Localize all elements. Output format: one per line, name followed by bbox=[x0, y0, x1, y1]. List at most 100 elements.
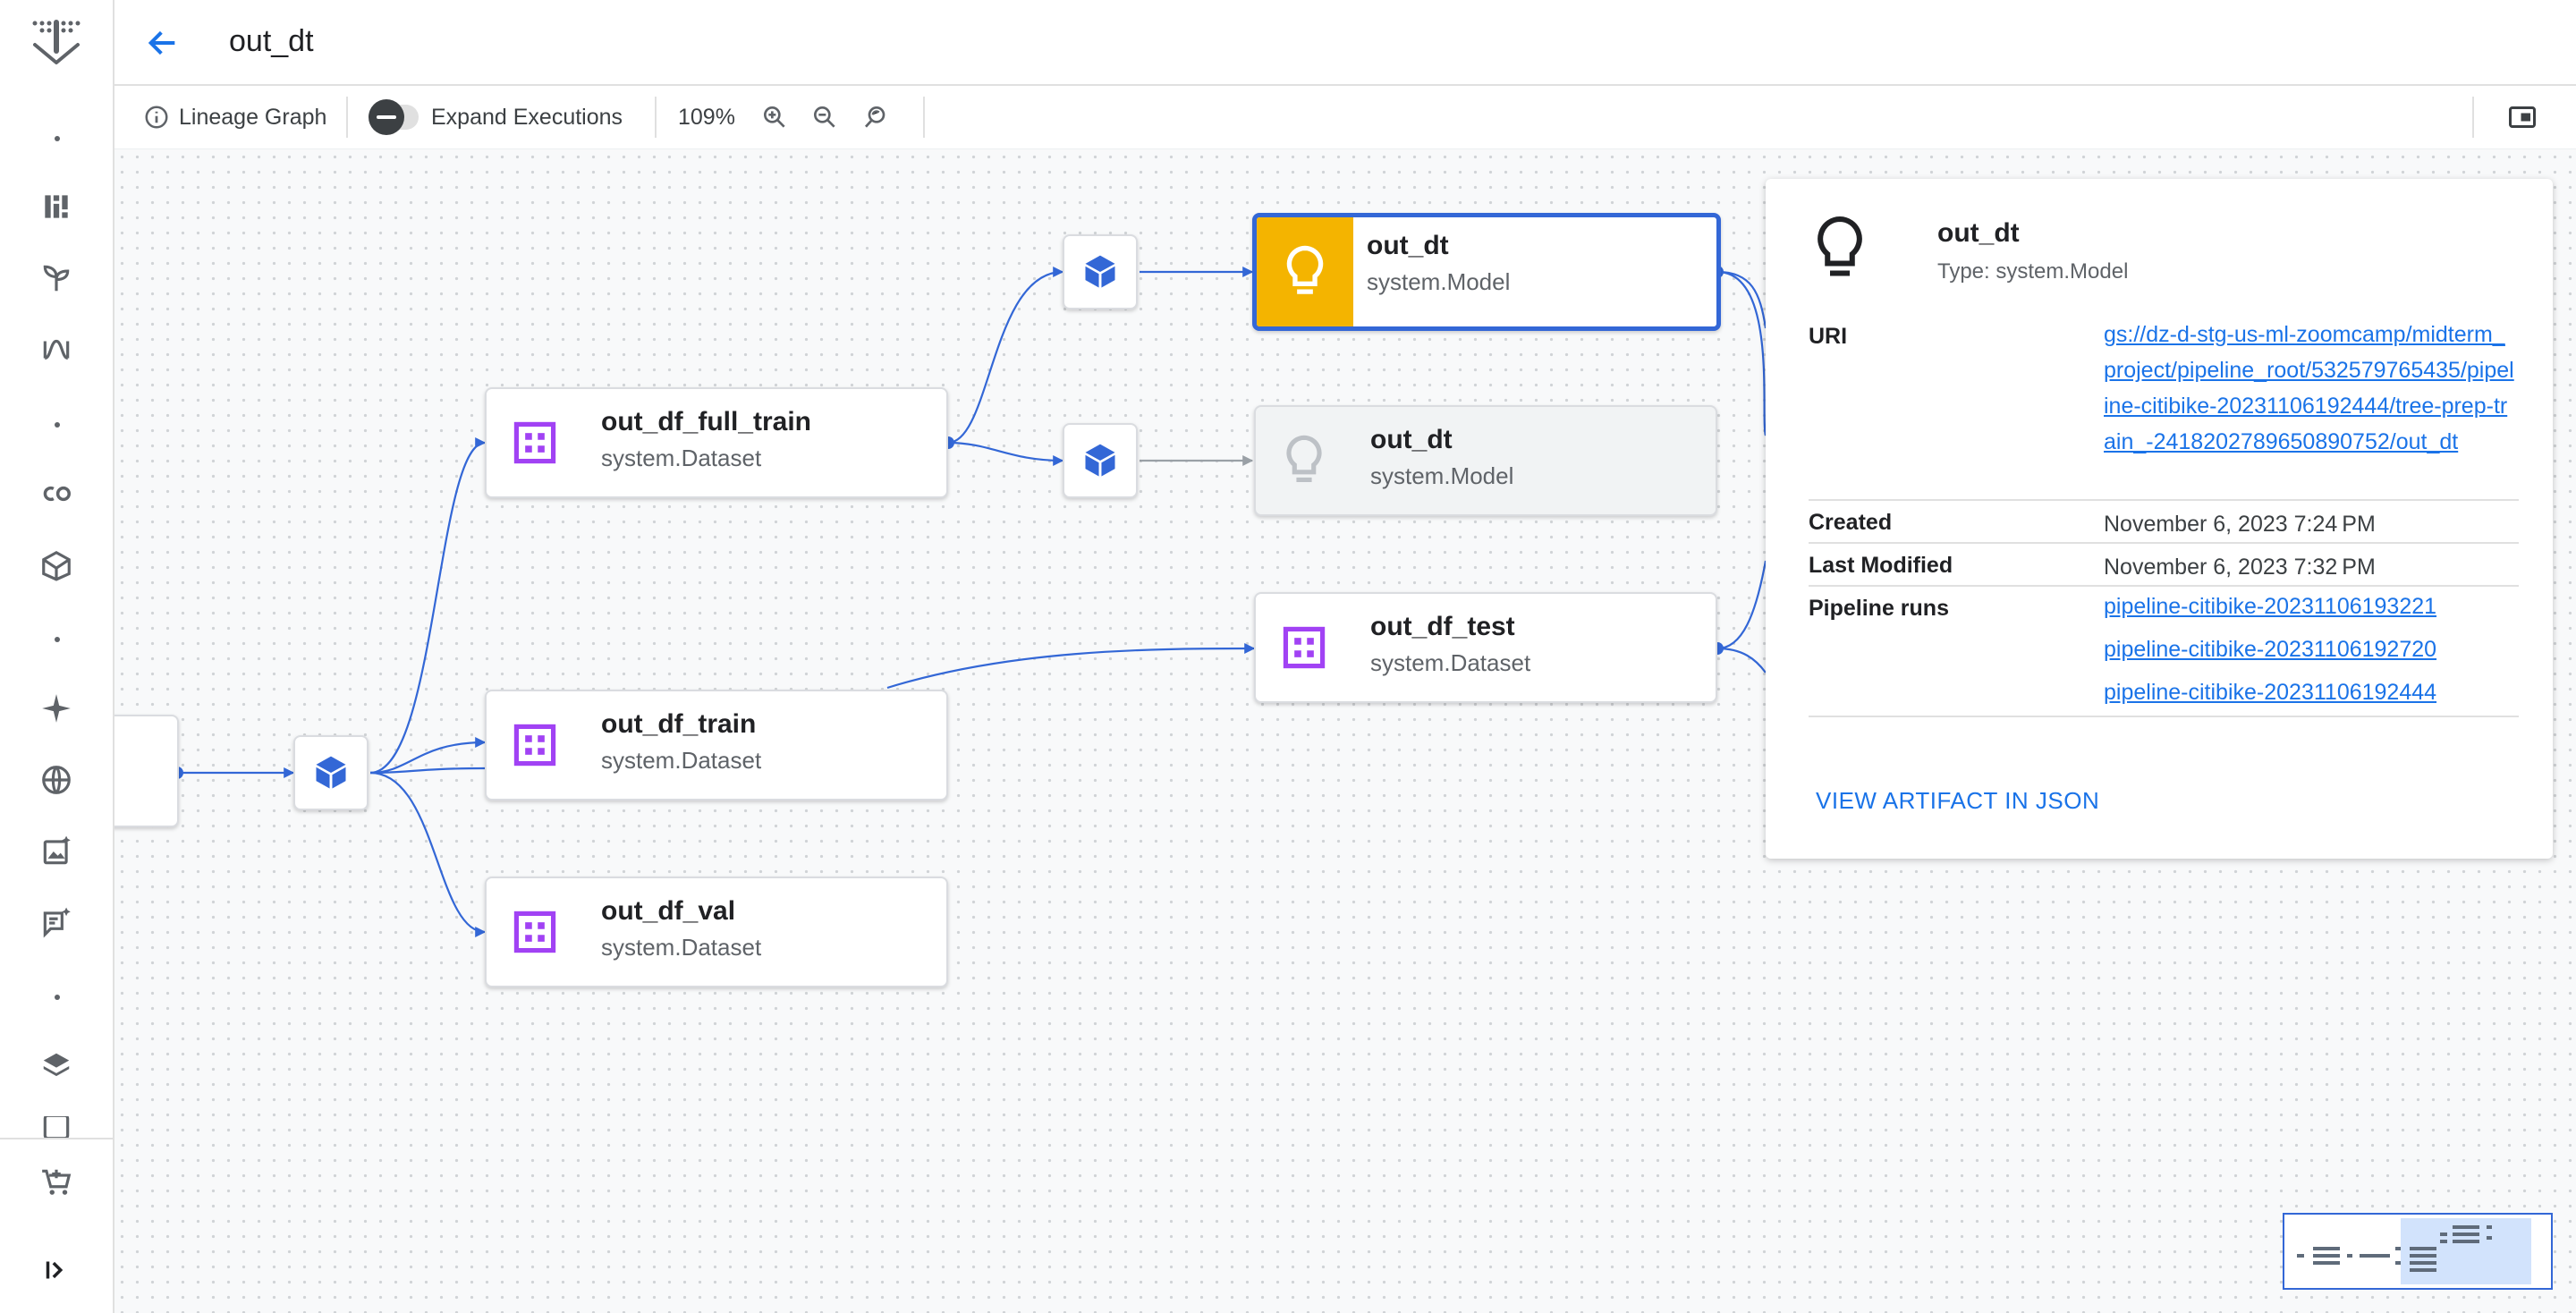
edge bbox=[1716, 647, 1767, 673]
node-type: system.Dataset bbox=[601, 445, 762, 471]
more-nav-icon[interactable] bbox=[38, 1116, 74, 1138]
node-type: system.Model bbox=[1367, 268, 1511, 295]
execution-node[interactable] bbox=[1063, 423, 1138, 498]
node-title: out_df_train bbox=[601, 709, 757, 739]
artifact-details-panel: out_dt Type: system.Model URI gs://dz-d-… bbox=[1766, 179, 2553, 859]
edge bbox=[369, 437, 487, 775]
last-modified-row: Last Modified November 6, 2023 7:32 PM bbox=[1809, 553, 2519, 587]
execution-node[interactable] bbox=[293, 735, 369, 810]
rail-section-dot bbox=[55, 422, 60, 428]
edge bbox=[369, 771, 487, 937]
info-icon bbox=[143, 104, 170, 131]
graph-minimap[interactable] bbox=[2283, 1213, 2553, 1290]
execution-cube-icon bbox=[1085, 255, 1115, 289]
upstream-artifact-node[interactable] bbox=[114, 715, 179, 827]
toolbar-divider bbox=[2472, 97, 2474, 138]
toolbar-divider bbox=[346, 97, 348, 138]
language-globe-icon[interactable] bbox=[38, 762, 74, 798]
artifact-node-out-dt-selected[interactable]: out_dt system.Model bbox=[1252, 213, 1721, 331]
pipeline-run-link[interactable]: pipeline-citibike-20231106192444 bbox=[2104, 671, 2436, 714]
node-type: system.Dataset bbox=[1370, 649, 1531, 676]
node-title: out_df_val bbox=[601, 896, 736, 926]
toggle-knob bbox=[369, 99, 404, 135]
uri-label: URI bbox=[1809, 324, 1848, 349]
expand-rail-icon[interactable] bbox=[38, 1252, 74, 1288]
node-type: system.Dataset bbox=[601, 747, 762, 774]
zoom-in-icon[interactable] bbox=[755, 97, 794, 137]
expand-executions-label: Expand Executions bbox=[431, 104, 623, 130]
pipeline-runs-label: Pipeline runs bbox=[1809, 596, 1949, 621]
dataset-icon bbox=[487, 389, 583, 496]
lineage-graph-label: Lineage Graph bbox=[179, 104, 327, 130]
vertex-ai-logo-icon[interactable] bbox=[28, 16, 85, 70]
expand-executions-toggle[interactable]: Expand Executions bbox=[369, 86, 623, 148]
artifact-node-out-df-train[interactable]: out_df_train system.Dataset bbox=[485, 690, 948, 801]
layers-icon[interactable] bbox=[38, 1048, 74, 1084]
lineage-graph-info[interactable]: Lineage Graph bbox=[143, 86, 326, 148]
toggle-switch[interactable] bbox=[369, 99, 419, 135]
zoom-level: 109% bbox=[678, 104, 735, 130]
page-title: out_dt bbox=[229, 24, 314, 58]
toggle-side-panel-icon[interactable] bbox=[2503, 97, 2542, 137]
model-lightbulb-icon bbox=[1810, 213, 1869, 284]
node-type: system.Dataset bbox=[601, 934, 762, 961]
pipelines-icon[interactable] bbox=[38, 332, 74, 368]
artifact-title: out_dt bbox=[1937, 218, 2020, 248]
view-artifact-json-button[interactable]: VIEW ARTIFACT IN JSON bbox=[1816, 787, 2099, 815]
pipeline-run-link[interactable]: pipeline-citibike-20231106192720 bbox=[2104, 628, 2436, 671]
last-modified-label: Last Modified bbox=[1809, 553, 1953, 578]
minimap-nodes bbox=[2297, 1225, 2492, 1272]
marketplace-cart-icon[interactable] bbox=[38, 1165, 74, 1200]
dataset-icon bbox=[487, 878, 583, 986]
uri-link[interactable]: gs://dz-d-stg-us-ml-zoomcamp/midterm_pro… bbox=[2104, 317, 2515, 460]
dashboard-icon[interactable] bbox=[38, 189, 74, 224]
created-value: November 6, 2023 7:24 PM bbox=[2104, 512, 2376, 537]
edge bbox=[947, 267, 1064, 445]
node-type: system.Model bbox=[1370, 462, 1514, 489]
artifact-node-out-df-test[interactable]: out_df_test system.Dataset bbox=[1254, 592, 1717, 703]
edge bbox=[947, 441, 1064, 466]
dataset-icon bbox=[487, 691, 583, 799]
page-header: out_dt bbox=[114, 0, 2576, 86]
uri-row: URI gs://dz-d-stg-us-ml-zoomcamp/midterm… bbox=[1809, 322, 2519, 501]
workbench-icon[interactable] bbox=[38, 547, 74, 583]
toolbar-divider bbox=[655, 97, 657, 138]
speech-text-icon[interactable] bbox=[38, 905, 74, 941]
rail-section-dot bbox=[55, 637, 60, 642]
sparkle-icon[interactable] bbox=[38, 690, 74, 726]
dataset-icon bbox=[1256, 594, 1352, 701]
pipeline-runs-row: Pipeline runs pipeline-citibike-20231106… bbox=[1809, 594, 2519, 717]
graph-toolbar: Lineage Graph Expand Executions 109% bbox=[114, 86, 2576, 149]
model-garden-icon[interactable] bbox=[38, 260, 74, 296]
created-row: Created November 6, 2023 7:24 PM bbox=[1809, 510, 2519, 544]
execution-node[interactable] bbox=[1063, 234, 1138, 309]
pipeline-runs-list: pipeline-citibike-20231106193221 pipelin… bbox=[2104, 585, 2436, 714]
colab-icon[interactable] bbox=[38, 476, 74, 512]
rail-section-dot bbox=[55, 995, 60, 1000]
execution-cube-icon bbox=[316, 756, 346, 790]
rail-divider bbox=[0, 1138, 113, 1139]
node-title: out_dt bbox=[1367, 231, 1449, 260]
node-title: out_dt bbox=[1370, 425, 1453, 454]
zoom-out-icon[interactable] bbox=[805, 97, 844, 137]
artifact-node-out-df-val[interactable]: out_df_val system.Dataset bbox=[485, 877, 948, 987]
toolbar-divider bbox=[923, 97, 925, 138]
zoom-reset-icon[interactable] bbox=[857, 97, 896, 137]
pipeline-run-link[interactable]: pipeline-citibike-20231106193221 bbox=[2104, 585, 2436, 628]
artifact-type: Type: system.Model bbox=[1937, 259, 2129, 284]
model-lightbulb-icon bbox=[1257, 217, 1353, 326]
execution-cube-icon bbox=[1085, 444, 1115, 478]
last-modified-value: November 6, 2023 7:32 PM bbox=[2104, 555, 2376, 580]
rail-section-dot bbox=[55, 136, 60, 141]
edge bbox=[1716, 560, 1767, 650]
node-title: out_df_test bbox=[1370, 612, 1515, 641]
model-lightbulb-icon bbox=[1256, 407, 1352, 514]
back-arrow-icon[interactable] bbox=[141, 21, 184, 64]
created-label: Created bbox=[1809, 510, 1893, 535]
artifact-node-out-dt[interactable]: out_dt system.Model bbox=[1254, 405, 1717, 516]
edge bbox=[886, 643, 1256, 690]
artifact-node-out-df-full-train[interactable]: out_df_full_train system.Dataset bbox=[485, 387, 948, 498]
vision-image-icon[interactable] bbox=[38, 834, 74, 869]
node-title: out_df_full_train bbox=[601, 407, 812, 436]
side-nav-rail bbox=[0, 0, 114, 1313]
